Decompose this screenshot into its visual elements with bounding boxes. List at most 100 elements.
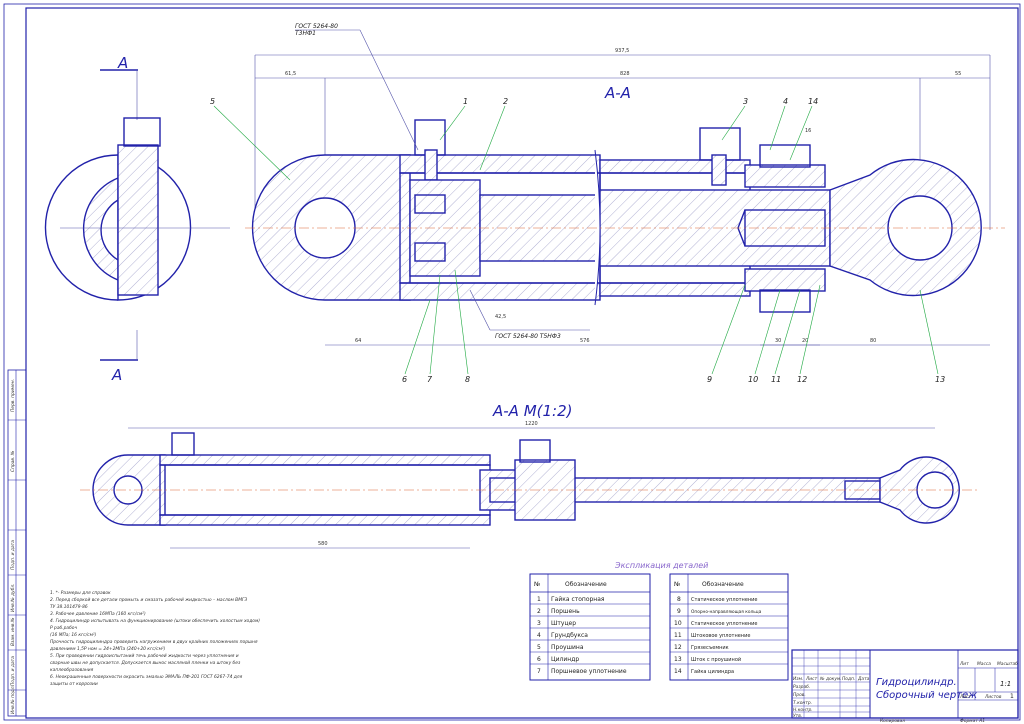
explication-left-header-name: Обозначение (565, 581, 607, 588)
tb-row-list: Лист (805, 676, 818, 682)
notes: 1. *- Размеры для справок 2. Перед сборк… (49, 590, 260, 687)
right-row-3-name: Статическое уплотнение (691, 621, 758, 627)
side-stamp-7: Инв.№ подл. (10, 685, 16, 714)
tb-scale: Масштаб (997, 661, 1018, 667)
right-row-4-num: 11 (674, 632, 682, 639)
dim-d6: 80 (870, 338, 876, 344)
dim-right: 55 (955, 71, 961, 77)
tb-role-4: Н.контр. (793, 707, 813, 713)
drawing-sheet: Перв. примен. Справ. № Подп. и дата Инв.… (3, 3, 1021, 724)
callout-10: 10 (748, 375, 758, 384)
tb-row-sign: Подп. (842, 676, 855, 682)
tb-row-date: Дата (857, 676, 870, 682)
note-4: 4. Гидроцилиндр испытывать на функционир… (50, 618, 260, 624)
note-7: Прочность гидроцилиндра проверить нагруж… (50, 639, 258, 645)
side-stamp-5: Взам. инв.№ (10, 617, 16, 646)
left-row-4-num: 4 (537, 632, 541, 639)
left-row-5-num: 5 (537, 644, 541, 651)
outer-frame (3, 3, 1021, 721)
right-row-7-name: Гайка цилиндра (691, 668, 734, 675)
view-a-label-bottom: A (111, 366, 122, 384)
right-row-5-name: Грязесъемник (691, 645, 729, 651)
note-0: 1. *- Размеры для справок (50, 590, 111, 596)
callout-12: 12 (797, 375, 807, 384)
side-stamp-4: Инв.№ дубл. (10, 583, 16, 612)
note-12: 6. Неокрашенные поверхности окрасить эма… (50, 674, 243, 680)
left-row-7-name: Поршневое уплотнение (551, 668, 627, 675)
dim-d9: 16 (805, 128, 811, 134)
left-row-6-num: 6 (537, 656, 541, 663)
callout-13: 13 (935, 375, 945, 384)
tb-mass: Масса (977, 661, 991, 667)
right-row-2-num: 9 (677, 608, 681, 615)
note-1: 2. Перед сборкой все детали промыть и см… (50, 597, 247, 603)
tb-row-izm: Изм. (793, 676, 803, 682)
explication-right-header-num: № (674, 581, 680, 588)
note-5: Р раб.рабоч (50, 625, 77, 631)
secondary-section: A-A M(1:2) 1220 580 (80, 402, 980, 549)
right-row-3-num: 10 (674, 620, 682, 627)
side-stamp-3: Подп. и дата (10, 540, 16, 570)
note-8: давлением 1,5Р ном = 24+2МПа (240+20 кгс… (49, 646, 166, 652)
left-row-6-name: Цилиндр (551, 656, 579, 663)
callout-2: 2 (503, 97, 508, 106)
title-block: Изм. Лист № докум. Подп. Дата Разраб. Пр… (791, 649, 1019, 724)
dim-overall: 937,5 (615, 48, 629, 54)
note-11: каплеобразования (50, 667, 94, 673)
note-6: (16 МПа; 16 кгс/см²) (50, 632, 97, 638)
main-section-label: A-A (604, 84, 631, 102)
gost-bottom: ГОСТ 5264-80 Т5НФ3 (495, 333, 561, 340)
tb-scale-value: 1:1 (1000, 680, 1011, 688)
explication-table: Экспликация деталей № Обозначение 1 Гайка… (529, 561, 789, 681)
view-a: A A (44, 54, 230, 384)
tb-sheet: Лист (959, 694, 972, 700)
tb-lit: Лит (959, 661, 969, 667)
tb-row-doc: № докум. (819, 676, 842, 682)
right-row-1-num: 8 (677, 596, 681, 603)
tb-sheets: Листов (984, 694, 1002, 700)
tb-copied: Копировал (880, 718, 905, 724)
note-3: 3. Рабочее давление 16МПа (160 кгс/см²) (50, 611, 146, 617)
left-row-3-num: 3 (537, 620, 541, 627)
explication-title: Экспликация деталей (614, 561, 708, 570)
right-row-1-name: Статическое уплотнение (691, 597, 758, 603)
tb-role-0: Разраб. (793, 684, 810, 690)
side-stamp: Перв. примен. Справ. № Подп. и дата Инв.… (7, 369, 27, 717)
tb-title-1: Гидроцилиндр. (876, 677, 957, 688)
left-row-4-name: Грундбукса (551, 632, 588, 639)
gost-top-sub: Т3НФ1 (295, 30, 316, 37)
side-stamp-1: Перв. примен. (10, 379, 16, 412)
left-row-1-num: 1 (537, 596, 541, 603)
dim-d1: 576 (580, 338, 590, 344)
right-row-6-num: 13 (674, 656, 682, 663)
callout-4: 4 (783, 97, 788, 106)
note-9: 5. При проведении гидроиспытаний течь ра… (50, 653, 239, 659)
callout-3: 3 (743, 97, 748, 106)
side-stamp-6: Подп. и дата (10, 656, 16, 686)
gost-top: ГОСТ 5264-80 (295, 23, 338, 30)
tb-role-2: Т.контр. (793, 700, 812, 706)
dim-main: 828 (620, 71, 630, 77)
note-2: ТУ 38.101479-86 (50, 604, 88, 610)
dim-d7: 1220 (525, 421, 538, 427)
left-row-5-name: Проушина (551, 644, 584, 651)
left-row-2-num: 2 (537, 608, 541, 615)
dim-left: 61,5 (285, 71, 296, 77)
callout-8: 8 (465, 375, 470, 384)
main-section: A-A 937,5 61,5 828 55 64 576 42,5 30 20 … (210, 23, 1005, 384)
tb-role-1: Пров. (793, 692, 806, 698)
right-row-4-name: Штоковое уплотнение (691, 633, 750, 639)
explication-right-header-name: Обозначение (702, 581, 744, 588)
dim-d8: 580 (318, 541, 328, 547)
tb-sheets-value: 1 (1010, 693, 1014, 700)
callout-1: 1 (463, 97, 468, 106)
callout-11: 11 (771, 375, 781, 384)
left-row-7-num: 7 (537, 668, 541, 675)
right-row-6-name: Шток с проушиной (691, 656, 741, 663)
callout-7: 7 (427, 375, 433, 384)
left-row-2-name: Поршень (551, 608, 580, 615)
callout-9: 9 (707, 375, 712, 384)
tb-format: Формат А1 (960, 718, 985, 724)
callout-6: 6 (402, 375, 407, 384)
left-row-3-name: Штуцер (551, 620, 576, 627)
